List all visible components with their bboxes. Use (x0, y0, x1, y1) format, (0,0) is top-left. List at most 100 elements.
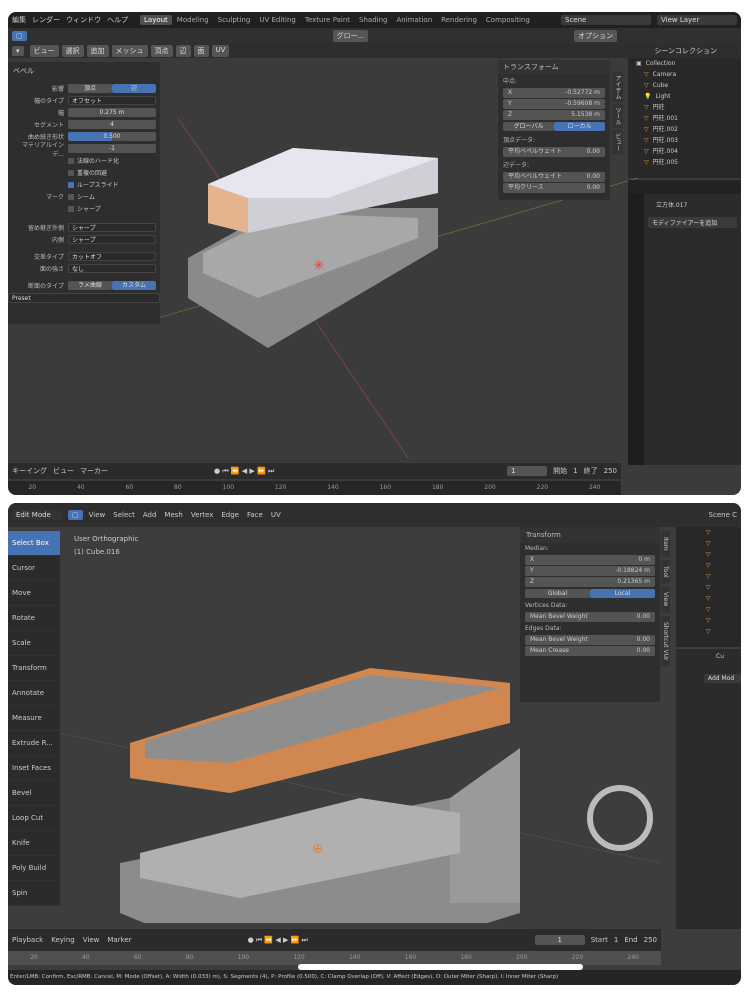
outliner-item[interactable]: ▽ 円柱.005 (628, 157, 741, 168)
outer-miter-field[interactable]: シャープ (68, 223, 156, 232)
mean-bevel-weight-field[interactable]: Mean Bevel Weight 0.00 (525, 635, 655, 645)
outliner-item[interactable]: ▽ (676, 571, 741, 582)
workspace-tab[interactable]: Animation (392, 15, 436, 25)
width-field[interactable]: 0.275 m (68, 108, 156, 117)
timeline-menu-item[interactable]: View (83, 936, 100, 944)
transform-x-field[interactable]: X 0 m (525, 555, 655, 565)
face-strength-field[interactable]: なし (68, 264, 156, 273)
menu-item[interactable]: ウィンドウ (66, 15, 101, 25)
outliner-collection[interactable]: ▣ Collection (628, 58, 741, 69)
mode-dropdown[interactable]: Edit Mode (12, 510, 62, 520)
viewport-menu-item[interactable]: Edge (221, 511, 239, 519)
global-button[interactable]: Global (525, 589, 590, 598)
outliner-item[interactable]: ▽ (676, 593, 741, 604)
checkbox[interactable] (68, 169, 74, 176)
tool-spin[interactable]: Spin (8, 881, 60, 906)
workspace-tab[interactable]: UV Editing (255, 15, 300, 25)
outliner-item[interactable]: ▽ (676, 560, 741, 571)
add-modifier-button[interactable]: モディファイアーを追加 (648, 217, 737, 228)
outliner-item[interactable]: ▽ (676, 527, 741, 538)
checkbox-row[interactable]: マーク シーム (12, 191, 156, 202)
timeline-menu-item[interactable]: ビュー (53, 466, 74, 476)
timeline-ruler[interactable]: 20 40 60 80 100 120 140 160 180 200 220 240 (8, 951, 661, 965)
checkbox-row[interactable]: シャープ (12, 203, 156, 214)
global-button[interactable]: グローバル (503, 122, 554, 131)
viewport-menu-item[interactable]: 辺 (175, 45, 191, 57)
timeline-menu-item[interactable]: Playback (12, 936, 43, 944)
viewport-menu-item[interactable]: UV (271, 511, 281, 519)
outliner-item[interactable]: ▽ 円柱.004 (628, 146, 741, 157)
mean-bevel-weight-field[interactable]: 平均ベベルウェイト 0.00 (503, 172, 605, 182)
tool-cursor[interactable]: Cursor (8, 556, 60, 581)
transform-x-field[interactable]: X -0.52772 m (503, 88, 605, 98)
sidebar-tab[interactable]: View (661, 586, 670, 613)
sidebar-tab[interactable]: Tool (661, 559, 670, 584)
menu-item[interactable]: ヘルプ (107, 15, 128, 25)
select-mode-icon[interactable]: ▢ (12, 31, 27, 41)
shape-slider[interactable]: 0.500 (68, 132, 156, 141)
orientation-dropdown[interactable]: グロー... (332, 30, 369, 42)
workspace-tab[interactable]: Shading (355, 15, 391, 25)
intersection-field[interactable]: カットオフ (68, 252, 156, 261)
timeline-menu-item[interactable]: マーカー (80, 466, 108, 476)
properties-search[interactable] (628, 180, 741, 194)
outliner-item[interactable]: ▽ Cube (628, 80, 741, 91)
timeline-menu-item[interactable]: Keying (51, 936, 75, 944)
profile-type-option[interactable]: カスタム (112, 281, 156, 290)
material-field[interactable]: -1 (68, 144, 156, 153)
outliner-item[interactable]: ▽ 円柱.003 (628, 135, 741, 146)
playback-controls[interactable]: ● ⏮ ⏪ ◀ ▶ ⏩ ⏭ (248, 936, 308, 945)
sidebar-tab[interactable]: Shortcut VUr (661, 615, 670, 667)
viewport-menu-item[interactable]: 面 (193, 45, 209, 57)
local-button[interactable]: ローカル (554, 122, 605, 131)
viewport-menu-item[interactable]: Mesh (164, 511, 182, 519)
outliner-item[interactable]: ▽ 円柱.002 (628, 124, 741, 135)
tool-bevel[interactable]: Bevel (8, 781, 60, 806)
inner-miter-field[interactable]: シャープ (68, 235, 156, 244)
outliner-item[interactable]: ▽ 円柱 (628, 102, 741, 113)
current-frame[interactable]: 1 (507, 466, 548, 476)
preset-dropdown[interactable]: Preset (8, 293, 160, 303)
transform-y-field[interactable]: Y -0.59608 m (503, 99, 605, 109)
timeline-menu-item[interactable]: キーイング (12, 466, 47, 476)
menu-item[interactable]: 編集 (12, 15, 26, 25)
transform-z-field[interactable]: Z 5.1538 m (503, 110, 605, 120)
add-modifier-button[interactable]: Add Mod (704, 674, 741, 683)
sidebar-tab[interactable]: ビュー (612, 130, 623, 154)
checkbox-row[interactable]: ループスライド (12, 179, 156, 190)
outliner-item[interactable]: ▽ (676, 582, 741, 593)
timeline-menu-item[interactable]: Marker (107, 936, 131, 944)
transform-y-field[interactable]: Y -0.18824 m (525, 566, 655, 576)
mean-crease-field[interactable]: Mean Crease 0.00 (525, 646, 655, 656)
outliner-item[interactable]: ▽ 円柱.001 (628, 113, 741, 124)
viewport-menu-item[interactable]: 選択 (61, 45, 84, 57)
view-layer-selector[interactable]: View Layer (657, 15, 737, 25)
workspace-tab[interactable]: Compositing (482, 15, 534, 25)
timeline-ruler[interactable]: 20 40 60 80 100 120 140 160 180 200 220 240 (8, 481, 621, 495)
tool-poly-build[interactable]: Poly Build (8, 856, 60, 881)
tool-scale[interactable]: Scale (8, 631, 60, 656)
scene-selector[interactable]: Scene (561, 15, 651, 25)
affect-option[interactable]: 頂点 (68, 84, 112, 93)
viewport-menu-item[interactable]: Vertex (191, 511, 214, 519)
sidebar-tab[interactable]: アイテム (612, 72, 623, 102)
viewport-menu-item[interactable]: Face (247, 511, 263, 519)
mean-bevel-weight-field[interactable]: 平均ベベルウェイト 0.00 (503, 147, 605, 157)
tool-knife[interactable]: Knife (8, 831, 60, 856)
viewport-menu-item[interactable]: メッシュ (111, 45, 148, 57)
viewport-menu-item[interactable]: Add (143, 511, 157, 519)
playback-controls[interactable]: ● ⏮ ⏪ ◀ ▶ ⏩ ⏭ (214, 467, 274, 476)
outliner-item[interactable]: ▽ Camera (628, 69, 741, 80)
affect-option[interactable]: 辺 (112, 84, 156, 93)
viewport-menu-item[interactable]: 頂点 (150, 45, 173, 57)
tool-annotate[interactable]: Annotate (8, 681, 60, 706)
navigation-gizmo[interactable] (587, 785, 653, 851)
segments-field[interactable]: 4 (68, 120, 156, 129)
tool-rotate[interactable]: Rotate (8, 606, 60, 631)
mean-bevel-weight-field[interactable]: Mean Bevel Weight 0.00 (525, 612, 655, 622)
tool-select-box[interactable]: Select Box (8, 531, 60, 556)
workspace-tab[interactable]: Modeling (173, 15, 213, 25)
tool-move[interactable]: Move (8, 581, 60, 606)
tool-loop-cut[interactable]: Loop Cut (8, 806, 60, 831)
viewport-menu-item[interactable]: Select (113, 511, 135, 519)
